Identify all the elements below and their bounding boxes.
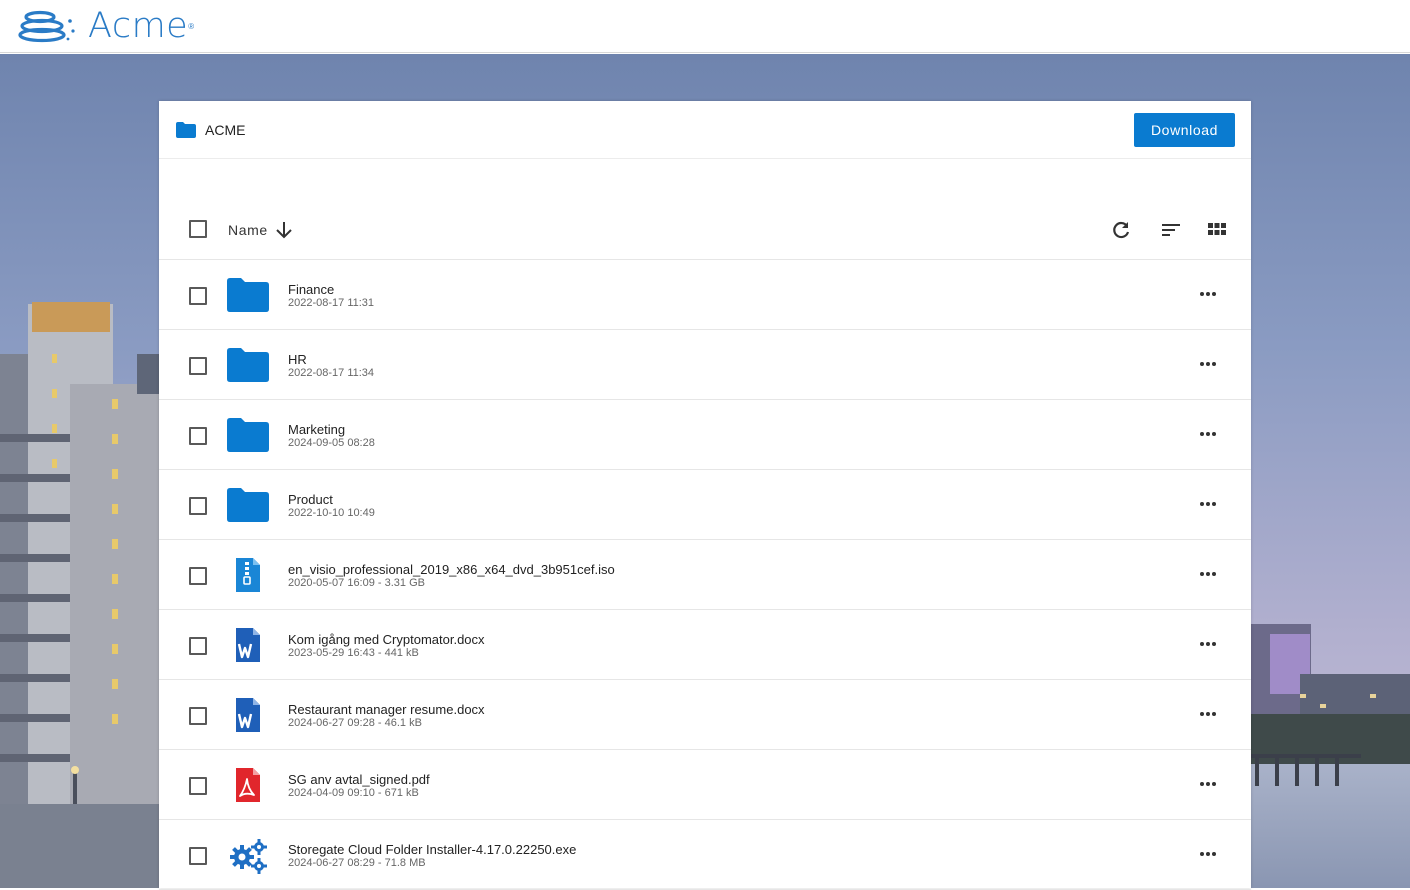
more-options-icon[interactable] bbox=[1195, 427, 1221, 441]
word-document-icon bbox=[236, 628, 260, 662]
panel-header: ACME Download bbox=[159, 101, 1251, 159]
refresh-icon[interactable] bbox=[1110, 219, 1132, 241]
grid-view-icon[interactable] bbox=[1206, 219, 1228, 241]
sort-by-name-button[interactable]: Name bbox=[228, 222, 268, 238]
item-name: Finance bbox=[288, 282, 335, 297]
acme-logo-mark-icon bbox=[18, 10, 75, 43]
more-options-icon[interactable] bbox=[1195, 847, 1221, 861]
acme-logo[interactable]: Acme ® bbox=[18, 6, 194, 46]
more-options-icon[interactable] bbox=[1195, 287, 1221, 301]
list-item[interactable]: Product 2022-10-10 10:49 bbox=[159, 470, 1251, 540]
arrow-down-icon[interactable] bbox=[275, 220, 293, 240]
top-bar: Acme ® bbox=[0, 0, 1410, 53]
row-checkbox[interactable] bbox=[189, 847, 207, 865]
item-name: Restaurant manager resume.docx bbox=[288, 702, 485, 717]
more-options-icon[interactable] bbox=[1195, 567, 1221, 581]
item-name: Product bbox=[288, 492, 333, 507]
item-meta: 2024-06-27 08:29 - 71.8 MB bbox=[288, 857, 426, 869]
row-checkbox[interactable] bbox=[189, 707, 207, 725]
item-name: en_visio_professional_2019_x86_x64_dvd_3… bbox=[288, 562, 615, 577]
folder-icon bbox=[227, 278, 269, 312]
item-name: Storegate Cloud Folder Installer-4.17.0.… bbox=[288, 842, 577, 857]
item-meta: 2024-04-09 09:10 - 671 kB bbox=[288, 787, 419, 799]
item-name: HR bbox=[288, 352, 307, 367]
item-meta: 2022-08-17 11:31 bbox=[288, 297, 375, 309]
list-toolbar: Name bbox=[159, 206, 1251, 260]
item-meta: 2024-06-27 09:28 - 46.1 kB bbox=[288, 717, 422, 729]
brand-name: Acme bbox=[88, 6, 189, 46]
folder-icon bbox=[227, 488, 269, 522]
more-options-icon[interactable] bbox=[1195, 637, 1221, 651]
item-name: Kom igång med Cryptomator.docx bbox=[288, 632, 485, 647]
list-item[interactable]: SG anv avtal_signed.pdf 2024-04-09 09:10… bbox=[159, 750, 1251, 820]
row-checkbox[interactable] bbox=[189, 637, 207, 655]
item-meta: 2020-05-07 16:09 - 3.31 GB bbox=[288, 577, 425, 589]
item-meta: 2023-05-29 16:43 - 441 kB bbox=[288, 647, 419, 659]
file-browser-panel: ACME Download Name Finance 2022-08-17 11… bbox=[159, 101, 1251, 890]
more-options-icon[interactable] bbox=[1195, 357, 1221, 371]
file-list: Finance 2022-08-17 11:31 HR 2022-08-17 1… bbox=[159, 260, 1251, 890]
sort-lines-icon[interactable] bbox=[1160, 219, 1182, 241]
item-meta: 2022-08-17 11:34 bbox=[288, 367, 375, 379]
folder-icon bbox=[227, 348, 269, 382]
row-checkbox[interactable] bbox=[189, 777, 207, 795]
breadcrumb[interactable]: ACME bbox=[205, 122, 245, 138]
list-item[interactable]: HR 2022-08-17 11:34 bbox=[159, 330, 1251, 400]
brand-registered-mark: ® bbox=[188, 21, 195, 31]
row-checkbox[interactable] bbox=[189, 357, 207, 375]
item-meta: 2024-09-05 08:28 bbox=[288, 437, 375, 449]
gears-icon bbox=[230, 839, 267, 874]
row-checkbox[interactable] bbox=[189, 497, 207, 515]
download-button[interactable]: Download bbox=[1134, 113, 1235, 147]
list-item[interactable]: en_visio_professional_2019_x86_x64_dvd_3… bbox=[159, 540, 1251, 610]
more-options-icon[interactable] bbox=[1195, 707, 1221, 721]
folder-icon bbox=[176, 122, 196, 138]
more-options-icon[interactable] bbox=[1195, 777, 1221, 791]
row-checkbox[interactable] bbox=[189, 427, 207, 445]
zip-file-icon bbox=[236, 558, 260, 592]
pdf-file-icon bbox=[236, 768, 260, 802]
folder-icon bbox=[227, 418, 269, 452]
row-checkbox[interactable] bbox=[189, 287, 207, 305]
item-name: SG anv avtal_signed.pdf bbox=[288, 772, 430, 787]
word-document-icon bbox=[236, 698, 260, 732]
list-item[interactable]: Kom igång med Cryptomator.docx 2023-05-2… bbox=[159, 610, 1251, 680]
select-all-checkbox[interactable] bbox=[189, 220, 207, 238]
item-name: Marketing bbox=[288, 422, 346, 437]
more-options-icon[interactable] bbox=[1195, 497, 1221, 511]
list-item[interactable]: Storegate Cloud Folder Installer-4.17.0.… bbox=[159, 820, 1251, 890]
row-checkbox[interactable] bbox=[189, 567, 207, 585]
item-meta: 2022-10-10 10:49 bbox=[288, 507, 375, 519]
list-item[interactable]: Finance 2022-08-17 11:31 bbox=[159, 260, 1251, 330]
list-item[interactable]: Marketing 2024-09-05 08:28 bbox=[159, 400, 1251, 470]
list-item[interactable]: Restaurant manager resume.docx 2024-06-2… bbox=[159, 680, 1251, 750]
